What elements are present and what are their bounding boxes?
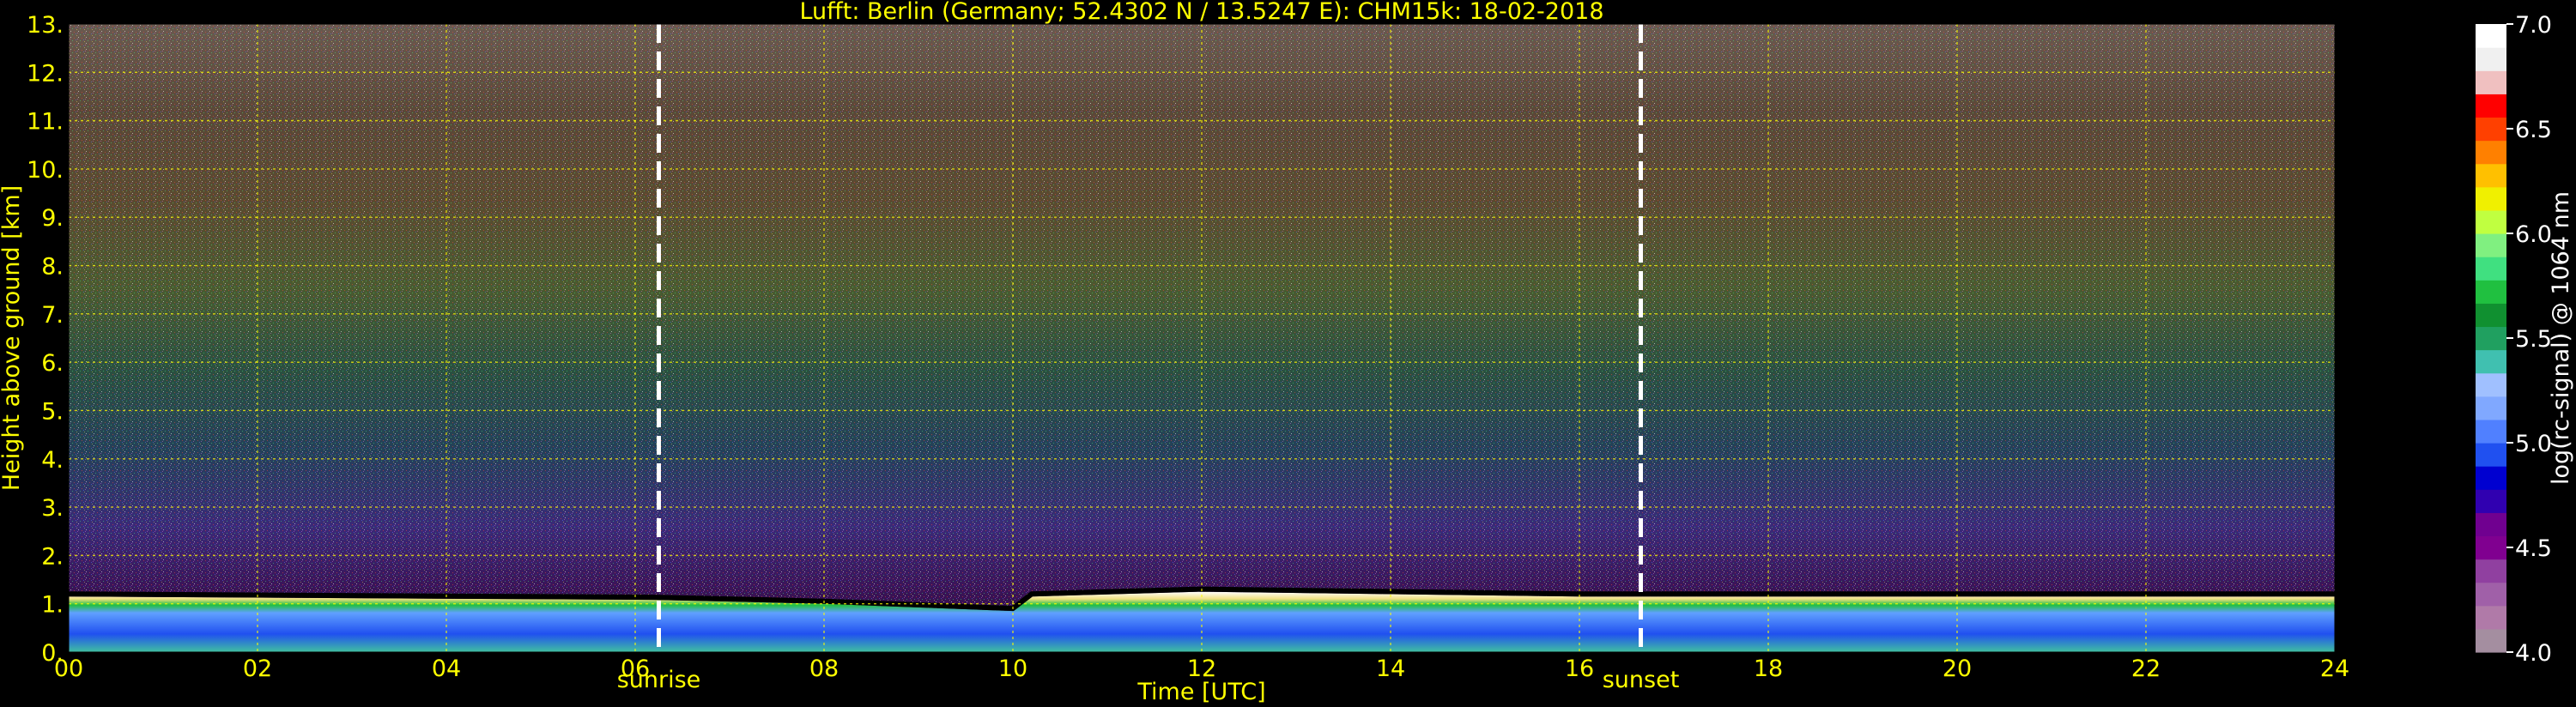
colorbar-segment	[2476, 349, 2506, 374]
x-tick-label: 14	[1376, 656, 1405, 682]
colorbar-tick-label: 7.0	[2515, 12, 2552, 39]
colorbar-segment	[2476, 280, 2506, 304]
colorbar-segment	[2476, 559, 2506, 583]
y-tick-label: 7.	[41, 302, 64, 329]
colorbar-segment	[2476, 140, 2506, 165]
y-tick-label: 2.	[41, 543, 64, 570]
colorbar-tick-label: 6.5	[2515, 117, 2552, 143]
x-axis-label: Time [UTC]	[1136, 679, 1265, 705]
colorbar-segment	[2476, 628, 2506, 653]
colorbar-segment	[2476, 535, 2506, 560]
colorbar	[2476, 24, 2506, 653]
colorbar-segment	[2476, 419, 2506, 444]
colorbar-tick-label: 6.0	[2515, 221, 2552, 248]
colorbar-segment	[2476, 94, 2506, 118]
y-tick-label: 12.	[27, 60, 64, 87]
x-tick-label: 02	[243, 656, 272, 682]
sunset-label: sunset	[1603, 667, 1680, 693]
colorbar-segment	[2476, 47, 2506, 71]
y-tick-label: 13.	[27, 12, 64, 39]
y-tick-label: 6.	[41, 350, 64, 377]
chart-title: Lufft: Berlin (Germany; 52.4302 N / 13.5…	[799, 0, 1603, 25]
y-tick-label: 11.	[27, 109, 64, 136]
colorbar-segment	[2476, 186, 2506, 211]
colorbar-segment	[2476, 466, 2506, 490]
x-tick-label: 08	[809, 656, 839, 682]
y-tick-label: 9.	[41, 205, 64, 232]
colorbar-segment	[2476, 209, 2506, 234]
x-tick-label: 16	[1565, 656, 1594, 682]
colorbar-segment	[2476, 443, 2506, 467]
colorbar-segment	[2476, 512, 2506, 537]
colorbar-ticks: 4.0 4.5 5.0 5.5 6.0 6.5 7.0	[2506, 12, 2552, 667]
colorbar-segment	[2476, 163, 2506, 188]
colorbar-segment	[2476, 489, 2506, 513]
y-tick-label: 10.	[27, 157, 64, 184]
x-tick-label: 06	[621, 656, 650, 682]
colorbar-segment	[2476, 70, 2506, 94]
x-tick-label: 10	[998, 656, 1027, 682]
x-tick-label: 18	[1754, 656, 1783, 682]
y-tick-label: 4.	[41, 447, 64, 474]
y-tick-label: 3.	[41, 495, 64, 522]
y-tick-label: 8.	[41, 254, 64, 281]
colorbar-tick-label: 4.5	[2515, 535, 2552, 562]
colorbar-tick-label: 5.5	[2515, 326, 2552, 353]
y-tick-label: 1.	[41, 592, 64, 619]
colorbar-segment	[2476, 582, 2506, 607]
colorbar-segment	[2476, 326, 2506, 351]
colorbar-segment	[2476, 24, 2506, 48]
colorbar-tick-label: 5.0	[2515, 431, 2552, 457]
colorbar-segment	[2476, 372, 2506, 397]
y-axis-ticks: 0. 1. 2. 3. 4. 5. 6. 7. 8. 9. 10. 11. 12. 13.	[27, 12, 64, 667]
x-tick-label: 20	[1943, 656, 1972, 682]
x-tick-label: 22	[2131, 656, 2161, 682]
ceilometer-chart: sunrise sunset Lufft: Berlin (Germany; 52…	[0, 0, 2574, 705]
y-tick-label: 5.	[41, 398, 64, 425]
colorbar-segment	[2476, 605, 2506, 630]
colorbar-segment	[2476, 117, 2506, 142]
colorbar-segment	[2476, 303, 2506, 328]
colorbar-tick-label: 4.0	[2515, 640, 2552, 667]
x-tick-label: 24	[2320, 656, 2349, 682]
y-tick-label: 0.	[41, 640, 64, 667]
plot-area: sunrise sunset	[68, 23, 2336, 693]
colorbar-segment	[2476, 396, 2506, 420]
y-axis-label: Height above ground [km]	[0, 185, 25, 491]
colorbar-segment	[2476, 233, 2506, 257]
x-tick-label: 04	[432, 656, 461, 682]
colorbar-label: log(rc-signal) @ 1064 nm	[2548, 191, 2574, 485]
colorbar-segment	[2476, 257, 2506, 281]
